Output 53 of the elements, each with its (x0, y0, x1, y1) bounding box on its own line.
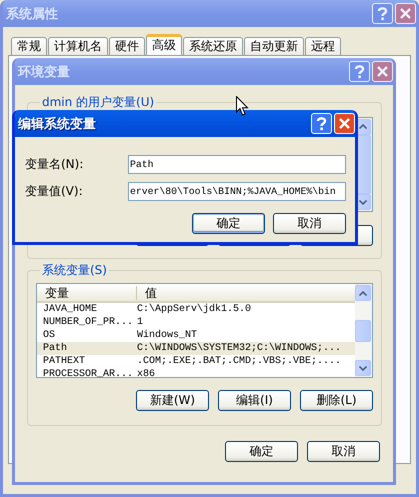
table-cell-text: C:\AppServ\jdk1.5.0 (137, 303, 252, 316)
tab[interactable]: 常规 (11, 37, 47, 55)
help-icon (354, 64, 365, 78)
action-button[interactable]: 删除(L) (300, 390, 373, 411)
help-button[interactable] (372, 3, 393, 24)
close-button[interactable] (395, 3, 416, 24)
group-label: 系统变量(S) (41, 262, 108, 279)
close-icon (377, 66, 388, 77)
close-icon (400, 8, 411, 19)
tab[interactable]: 高级 (146, 34, 182, 55)
help-button[interactable] (349, 61, 370, 82)
table-cell-text: x86 (137, 368, 156, 377)
dialog-button[interactable]: 确定 (192, 213, 265, 234)
action-button[interactable]: 新建(W) (136, 390, 209, 411)
tab[interactable]: 计算机名 (48, 37, 108, 55)
field-label: 变量名(N): (25, 156, 84, 173)
window-title: 环境变量 (18, 64, 71, 80)
help-icon (377, 6, 388, 20)
list-row[interactable]: Path C:\WINDOWS\SYSTEM32;C:\WINDOWS;... (37, 342, 355, 355)
input-field[interactable]: Path (128, 155, 346, 174)
table-cell-text: PATHEXT (42, 355, 86, 368)
action-button[interactable]: 编辑(I) (218, 390, 291, 411)
tab[interactable]: 系统还原 (183, 37, 243, 55)
table-cell-text: Windows_NT (137, 329, 198, 342)
tab[interactable]: 硬件 (109, 37, 145, 55)
mouse-pointer-icon (236, 96, 249, 117)
table-cell-text: C:\WINDOWS\SYSTEM32;C:\WINDOWS;... (137, 342, 342, 355)
tab[interactable]: 远程 (305, 37, 341, 55)
dialog-button[interactable]: 确定 (225, 441, 298, 462)
table-cell-text: 1 (137, 316, 144, 329)
field-label: 变量值(V): (25, 183, 84, 200)
table-cell-text: OS (42, 329, 56, 342)
table-cell-text: Path (42, 342, 68, 355)
help-button[interactable] (311, 113, 332, 134)
close-button[interactable] (334, 113, 355, 134)
column-header[interactable]: 变量 (37, 286, 137, 300)
tab[interactable]: 自动更新 (244, 37, 304, 55)
table-cell-text: NUMBER_OF_PR... (42, 316, 134, 329)
window-title: 系统属性 (6, 6, 59, 22)
column-header[interactable]: 值 (137, 286, 355, 300)
table-cell-text: .COM;.EXE;.BAT;.CMD;.VBS;.VBE;.... (137, 355, 342, 368)
table-cell-text: PROCESSOR_AR... (42, 368, 134, 377)
table-cell-text: JAVA_HOME (42, 303, 98, 316)
help-icon (316, 116, 327, 130)
scroll-thumb[interactable] (355, 320, 371, 342)
dialog-button[interactable]: 取消 (307, 441, 380, 462)
close-icon (339, 118, 350, 129)
close-button[interactable] (372, 61, 393, 82)
window-title: 编辑系统变量 (18, 116, 97, 132)
dialog-button[interactable]: 取消 (273, 213, 346, 234)
scrollbar[interactable] (355, 284, 372, 377)
group-label: dmin 的用户变量(U) (41, 94, 156, 111)
input-field[interactable]: erver\80\Tools\BINN;%JAVA_HOME%\bin (128, 182, 346, 201)
